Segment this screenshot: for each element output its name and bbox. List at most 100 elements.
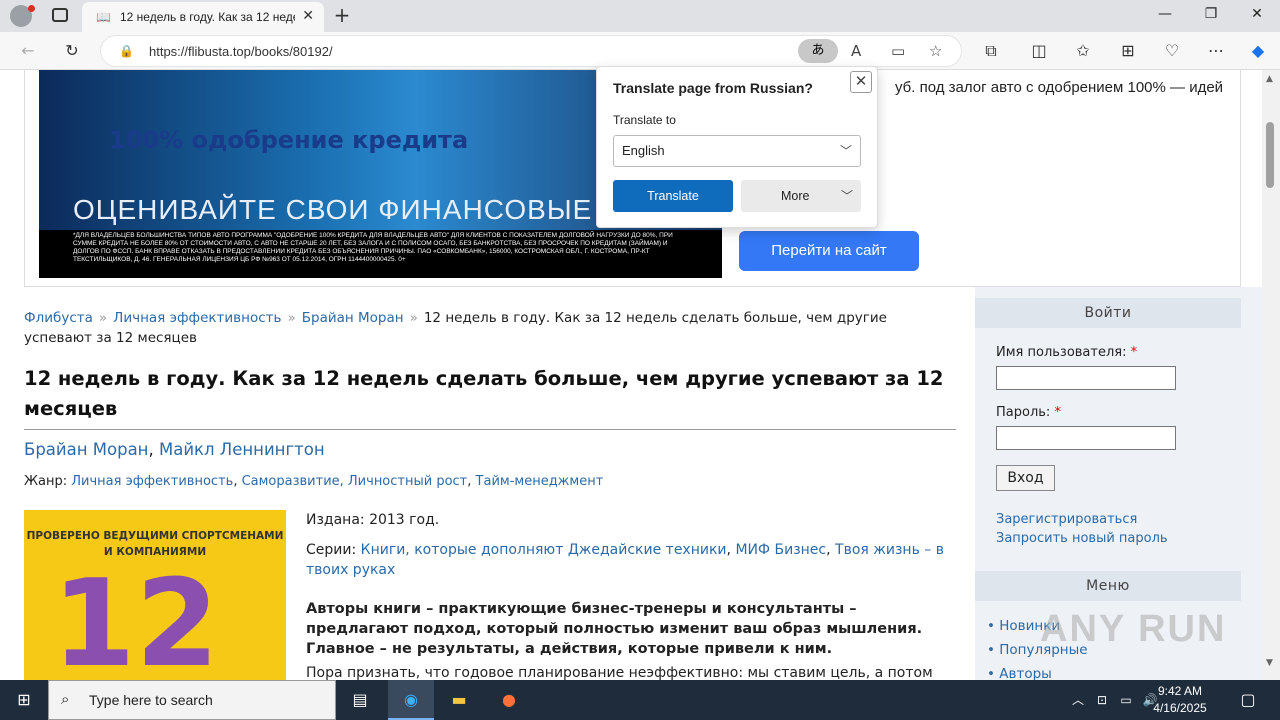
tab-close-icon[interactable]: ✕ [302, 8, 314, 24]
breadcrumb-author-link[interactable]: Брайан Моран [302, 310, 404, 326]
read-aloud-icon[interactable]: A [851, 42, 861, 60]
copilot-icon[interactable]: ◆ [1247, 40, 1269, 62]
menu-block-header: Меню [975, 571, 1241, 601]
ad-fine-print: *ДЛЯ ВЛАДЕЛЬЦЕВ БОЛЬШИНСТВА ТИПОВ АВТО П… [39, 230, 722, 278]
menu-item-authors[interactable]: • Авторы [987, 666, 1052, 680]
site-favicon-icon: 📖 [96, 10, 111, 24]
device-icon[interactable]: ⊡ [1090, 688, 1114, 712]
author-link[interactable]: Брайан Моран [24, 440, 148, 459]
minimize-button[interactable]: — [1142, 6, 1188, 22]
book-cover[interactable]: ПРОВЕРЕНО ВЕДУЩИМИ СПОРТСМЕНАМИ И КОМПАН… [24, 510, 286, 680]
ad-headline: 100% одобрение кредита [109, 126, 469, 154]
genre-link[interactable]: Тайм-менеджмент [476, 474, 604, 489]
book-authors: Брайан Моран, Майкл Леннингтон [24, 440, 325, 459]
new-tab-button[interactable]: + [330, 4, 354, 28]
close-window-button[interactable]: ✕ [1234, 6, 1280, 22]
language-select-value: English [622, 143, 665, 158]
cover-number: 12 [52, 555, 219, 681]
genre-link[interactable]: Саморазвитие, Личностный рост [242, 474, 468, 489]
firefox-icon[interactable]: ● [497, 688, 521, 712]
address-bar[interactable]: 🔒 https://flibusta.top/books/80192/ あ A … [100, 35, 962, 67]
browser-tab-bar: 📖 12 недель в году. Как за 12 неде ✕ + —… [0, 0, 1280, 32]
username-input[interactable] [996, 366, 1176, 390]
ad-go-to-site-button[interactable]: Перейти на сайт [739, 231, 919, 271]
clock-time: 9:42 AM [1157, 684, 1203, 698]
translate-button[interactable]: Translate [613, 180, 733, 212]
language-select[interactable]: English ﹀ [613, 135, 861, 167]
published-year: Издана: 2013 год. [306, 512, 440, 528]
book-info: Издана: 2013 год. Серии: Книги, которые … [306, 510, 956, 680]
breadcrumb-genre-link[interactable]: Личная эффективность [113, 310, 281, 326]
book-annotation-continued: Пора признать, что годовое планирование … [306, 665, 933, 680]
title-divider [24, 429, 956, 430]
main-content: Флибуста » Личная эффективность » Брайан Мор… [24, 300, 956, 680]
more-button[interactable]: More ﹀ [741, 180, 861, 212]
login-block-header: Войти [975, 298, 1241, 328]
series-link[interactable]: Книги, которые дополняют Джедайские техн… [361, 542, 727, 558]
back-icon[interactable]: ← [17, 40, 39, 62]
refresh-icon[interactable]: ↻ [61, 40, 83, 62]
search-placeholder: Type here to search [89, 692, 213, 708]
url-text[interactable]: https://flibusta.top/books/80192/ [149, 44, 333, 59]
chevron-down-icon: ﹀ [839, 144, 852, 158]
genre-label: Жанр: [24, 474, 68, 489]
page-title: 12 недель в году. Как за 12 недель сдела… [24, 367, 944, 420]
login-button[interactable]: Вход [996, 465, 1055, 491]
lock-icon[interactable]: 🔒 [119, 44, 134, 58]
ad-side-text[interactable]: уб. под залог авто с одобрением 100% — и… [895, 78, 1225, 98]
taskbar-clock[interactable]: 9:42 AM 4/16/2025 [1140, 683, 1220, 717]
genre-link[interactable]: Личная эффективность [71, 474, 233, 489]
more-button-label: More [781, 189, 810, 203]
notification-dot [28, 5, 35, 12]
tab-actions-icon[interactable] [52, 8, 68, 22]
series-link[interactable]: МИФ Бизнес [735, 542, 826, 558]
translate-popup-title: Translate page from Russian? [613, 80, 813, 96]
author-link[interactable]: Майкл Леннингтон [159, 440, 325, 459]
book-annotation: Авторы книги – практикующие бизнес-трене… [306, 601, 923, 657]
favorite-star-icon[interactable]: ☆ [929, 42, 942, 60]
clock-date: 4/16/2025 [1153, 701, 1207, 715]
notifications-icon[interactable]: ▢ [1236, 688, 1260, 712]
watermark-logo: ANY RUN [1040, 608, 1227, 650]
translate-to-label: Translate to [613, 113, 676, 127]
username-label: Имя пользователя: * [996, 345, 1138, 360]
maximize-button[interactable]: ❐ [1188, 6, 1234, 22]
breadcrumb-separator: » [409, 310, 418, 326]
chevron-up-icon[interactable]: ︿ [1066, 688, 1090, 712]
task-view-icon[interactable]: ▤ [348, 688, 372, 712]
windows-start-icon[interactable]: ⊞ [12, 688, 36, 712]
taskbar-edge-active[interactable]: ◉ [388, 680, 434, 720]
book-series: Серии: Книги, которые дополняют Джедайск… [306, 542, 944, 578]
scroll-down-icon[interactable]: ▼ [1266, 658, 1273, 668]
collections-icon[interactable]: ⊞ [1117, 40, 1139, 62]
scroll-up-icon[interactable]: ▲ [1266, 74, 1273, 84]
book-genres: Жанр: Личная эффективность, Саморазвитие… [24, 474, 604, 489]
extensions-icon[interactable]: ⧉ [980, 40, 1002, 62]
reset-password-link[interactable]: Запросить новый пароль [996, 531, 1168, 546]
password-input[interactable] [996, 426, 1176, 450]
split-screen-icon[interactable]: ◫ [1028, 40, 1050, 62]
more-menu-icon[interactable]: ⋯ [1205, 40, 1227, 62]
breadcrumb: Флибуста » Личная эффективность » Брайан Мор… [24, 308, 956, 348]
scroll-thumb[interactable] [1266, 122, 1274, 188]
taskbar-search-box[interactable]: ⌕ Type here to search [48, 680, 336, 720]
browser-tab-active[interactable]: 📖 12 недель в году. Как за 12 неде ✕ [82, 2, 324, 32]
password-label: Пароль: * [996, 405, 1061, 420]
chevron-down-icon: ﹀ [840, 189, 853, 203]
register-link[interactable]: Зарегистрироваться [996, 512, 1137, 527]
breadcrumb-separator: » [98, 310, 108, 326]
page-scrollbar[interactable]: ▲ ▼ [1262, 70, 1280, 680]
browser-essentials-icon[interactable]: ♡ [1161, 40, 1183, 62]
series-label: Серии: [306, 542, 357, 558]
immersive-reader-icon[interactable]: ▭ [891, 42, 905, 60]
browser-toolbar: ← ↻ 🔒 https://flibusta.top/books/80192/ … [0, 32, 1280, 70]
favorites-icon[interactable]: ✩ [1072, 40, 1094, 62]
breadcrumb-separator: » [287, 310, 296, 326]
file-explorer-icon[interactable]: ▬ [447, 688, 471, 712]
tab-title: 12 недель в году. Как за 12 неде [120, 10, 295, 24]
breadcrumb-home-link[interactable]: Флибуста [24, 310, 93, 326]
network-icon[interactable]: ▭ [1114, 688, 1138, 712]
edge-icon: ◉ [404, 690, 418, 709]
close-icon[interactable]: ✕ [850, 71, 872, 93]
translate-icon[interactable]: あ [798, 39, 838, 63]
